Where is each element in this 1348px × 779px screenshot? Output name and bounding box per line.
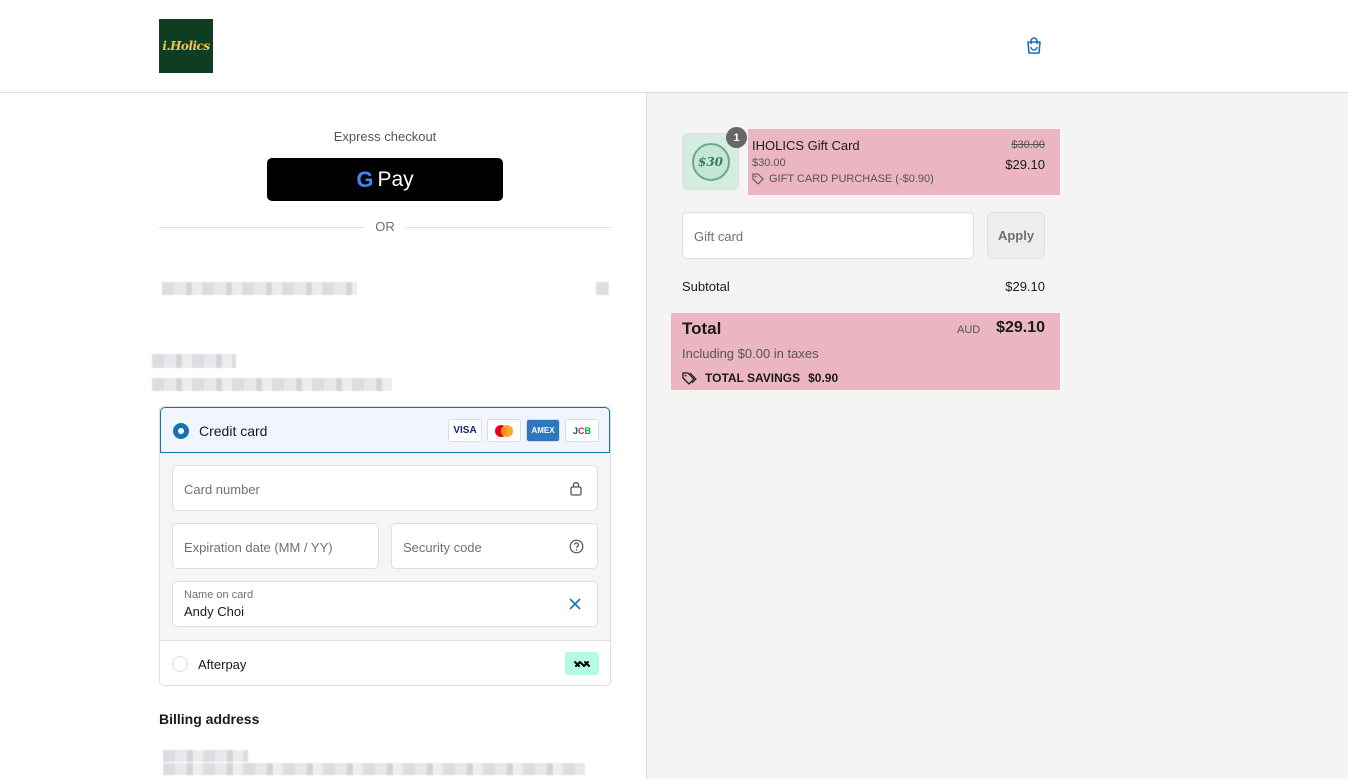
gift-card-placeholder: Gift card: [694, 229, 744, 244]
billing-address-title: Billing address: [159, 711, 260, 727]
savings-tag-icon: [682, 372, 697, 385]
security-code-field[interactable]: Security code: [391, 523, 598, 569]
checkout-form: Express checkout G Pay OR Credit card VI…: [0, 93, 646, 779]
security-code-placeholder: Security code: [403, 540, 482, 555]
mastercard-icon: [487, 419, 521, 442]
total-savings: TOTAL SAVINGS $0.90: [682, 371, 838, 385]
tag-icon: [752, 173, 764, 185]
afterpay-logo-icon: [565, 652, 599, 675]
discounted-price: $29.10: [1005, 157, 1045, 172]
product-name: IHOLICS Gift Card: [752, 138, 860, 153]
lock-icon: [570, 481, 582, 496]
express-checkout-label: Express checkout: [333, 129, 437, 144]
store-logo[interactable]: i.Holics: [159, 19, 213, 73]
clear-icon[interactable]: [569, 598, 581, 610]
help-circle-icon[interactable]: [569, 539, 584, 554]
gpay-label: Pay: [377, 167, 414, 191]
discount-text: GIFT CARD PURCHASE (-$0.90): [769, 173, 934, 185]
credit-card-radio[interactable]: [173, 423, 189, 439]
google-pay-button[interactable]: G Pay: [267, 158, 503, 201]
gift-card-coin: $30: [691, 142, 730, 181]
original-price: $30.00: [1011, 139, 1045, 151]
expiration-placeholder: Expiration date (MM / YY): [184, 540, 333, 555]
savings-label: TOTAL SAVINGS: [705, 371, 801, 385]
quantity-badge: 1: [726, 127, 747, 148]
visa-icon: VISA: [448, 419, 482, 442]
logo-text: i.Holics: [162, 39, 210, 53]
redacted-contact: [162, 282, 357, 295]
afterpay-label: Afterpay: [198, 657, 247, 672]
gift-card-input[interactable]: Gift card: [682, 212, 974, 259]
redacted-shipping-title: [152, 354, 236, 368]
subtotal-label: Subtotal: [682, 279, 730, 294]
name-on-card-value: Andy Choi: [184, 604, 244, 619]
amex-icon: AMEX: [526, 419, 560, 442]
redacted-billing-line-2: [163, 763, 585, 775]
total-value: $29.10: [996, 319, 1045, 336]
name-on-card-field[interactable]: Name on card Andy Choi: [172, 581, 598, 627]
subtotal-value: $29.10: [1005, 279, 1045, 294]
order-summary: $30 1 IHOLICS Gift Card $30.00 GIFT CARD…: [646, 93, 1348, 779]
apply-button[interactable]: Apply: [987, 212, 1045, 259]
afterpay-radio[interactable]: [172, 656, 188, 672]
total-label: Total: [682, 319, 722, 338]
redacted-billing-line-1: [163, 750, 248, 762]
card-number-field[interactable]: Card number: [172, 465, 598, 511]
credit-card-option[interactable]: Credit card VISA AMEX JCB: [160, 407, 610, 453]
product-discount: GIFT CARD PURCHASE (-$0.90): [752, 173, 934, 185]
or-text: OR: [375, 219, 395, 234]
google-g-icon: G: [356, 166, 374, 192]
redacted-contact-edge: [596, 282, 609, 295]
payment-method-box: Credit card VISA AMEX JCB Card number Ex…: [159, 406, 611, 686]
credit-card-label: Credit card: [199, 423, 268, 439]
jcb-icon: JCB: [565, 419, 599, 442]
product-unit-price: $30.00: [752, 157, 786, 169]
expiration-field[interactable]: Expiration date (MM / YY): [172, 523, 379, 569]
name-on-card-label: Name on card: [184, 589, 254, 601]
taxes-text: Including $0.00 in taxes: [682, 346, 819, 361]
shopping-bag-icon[interactable]: [1024, 36, 1044, 56]
header: i.Holics: [0, 0, 1348, 93]
redacted-shipping-line: [152, 378, 392, 391]
afterpay-option[interactable]: Afterpay: [160, 640, 610, 685]
credit-card-fields: Card number Expiration date (MM / YY) Se…: [160, 453, 610, 640]
card-number-placeholder: Card number: [184, 482, 260, 497]
or-divider: OR: [159, 219, 611, 235]
savings-value: $0.90: [808, 371, 839, 385]
